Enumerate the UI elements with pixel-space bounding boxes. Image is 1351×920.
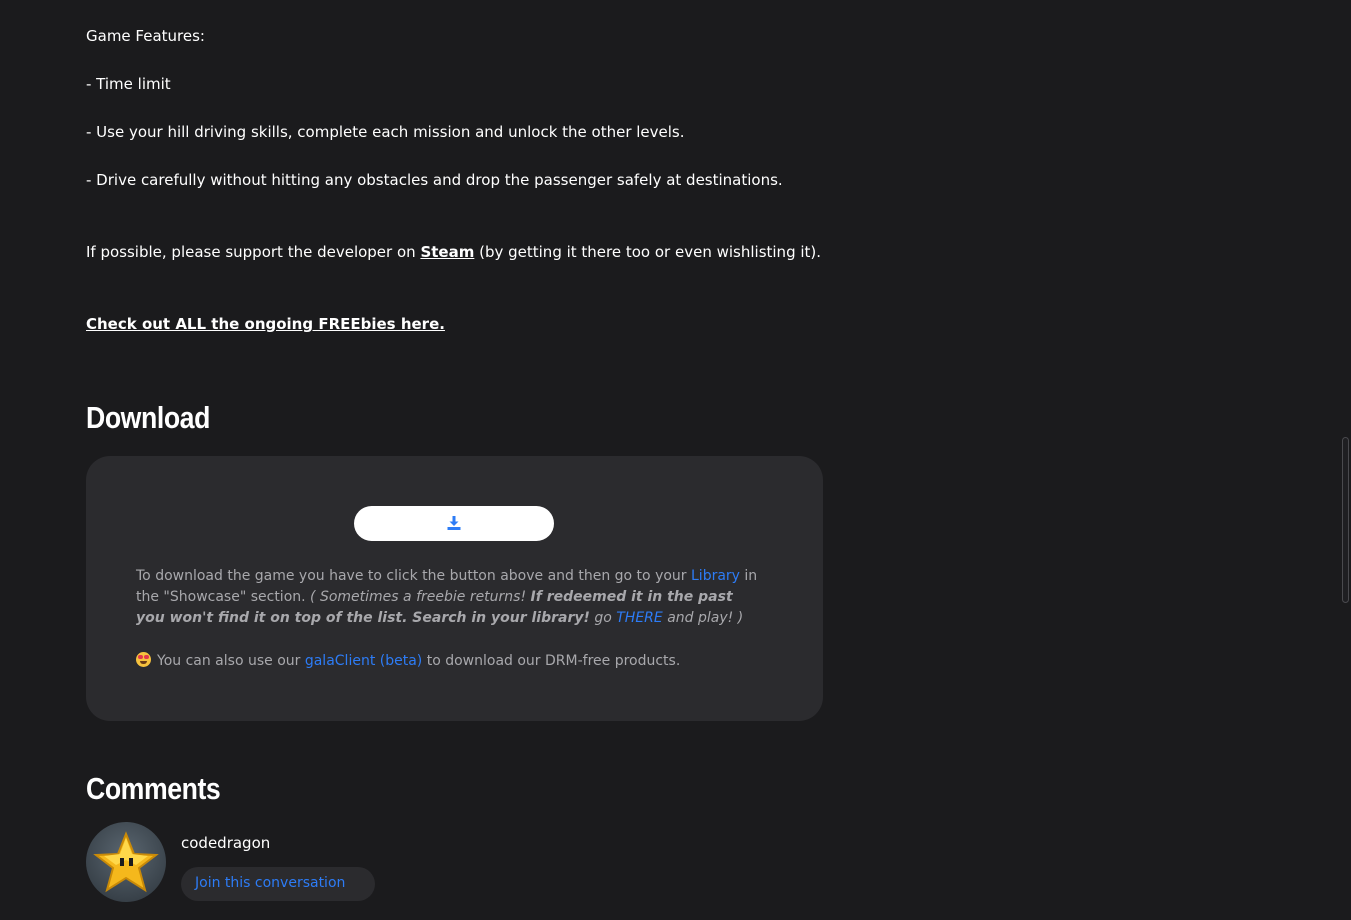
star-struck-emoji-icon <box>136 652 151 667</box>
instructions-text: To download the game you have to click t… <box>136 568 691 584</box>
download-instructions: To download the game you have to click t… <box>136 566 766 629</box>
join-conversation-button[interactable]: Join this conversation <box>181 867 375 901</box>
instructions-italic: go <box>589 610 617 626</box>
support-suffix: (by getting it there too or even wishlis… <box>474 243 822 261</box>
download-button[interactable] <box>354 506 554 541</box>
support-paragraph: If possible, please support the develope… <box>86 242 821 262</box>
steam-link[interactable]: Steam <box>420 243 474 261</box>
comment-username[interactable]: codedragon <box>181 834 270 852</box>
scrollbar[interactable] <box>1339 0 1351 920</box>
client-text: to download our DRM-free products. <box>422 653 681 669</box>
library-link[interactable]: Library <box>691 568 740 584</box>
feature-item: - Drive carefully without hitting any ob… <box>86 171 783 189</box>
client-info: You can also use our galaClient (beta) t… <box>136 650 680 671</box>
star-avatar-icon <box>93 831 159 893</box>
download-title: Download <box>86 400 210 435</box>
instructions-italic: and play! ) <box>662 610 744 626</box>
page: Game Features: - Time limit - Use your h… <box>0 0 1351 920</box>
comments-title: Comments <box>86 771 221 806</box>
support-prefix: If possible, please support the develope… <box>86 243 421 261</box>
feature-item: - Time limit <box>86 75 171 93</box>
client-text: You can also use our <box>157 653 305 669</box>
there-link[interactable]: THERE <box>616 610 663 626</box>
features-heading: Game Features: <box>86 27 205 45</box>
download-panel: To download the game you have to click t… <box>86 456 823 721</box>
freebies-paragraph: Check out ALL the ongoing FREEbies here. <box>86 314 445 334</box>
instructions-italic: ( Sometimes a freebie returns! <box>310 589 531 605</box>
galaclient-link[interactable]: galaClient (beta) <box>305 653 422 669</box>
join-conversation-label: Join this conversation <box>195 875 346 891</box>
avatar[interactable] <box>86 822 166 902</box>
freebies-link[interactable]: Check out ALL the ongoing FREEbies here. <box>86 315 445 333</box>
download-icon <box>447 516 461 530</box>
scrollbar-thumb[interactable] <box>1342 437 1349 603</box>
feature-item: - Use your hill driving skills, complete… <box>86 123 685 141</box>
